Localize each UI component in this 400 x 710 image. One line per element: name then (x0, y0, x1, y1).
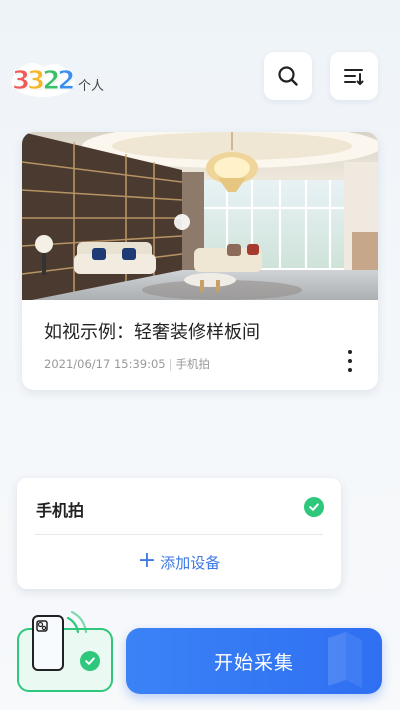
button-decoration (328, 632, 362, 688)
room-photo (22, 132, 378, 300)
sort-menu-button[interactable] (330, 52, 378, 100)
sort-menu-icon (344, 69, 364, 85)
meta-separator: | (168, 357, 173, 371)
device-row-phone[interactable]: 手机拍 (17, 478, 341, 534)
logo-digits: 3 3 2 2 (11, 66, 76, 97)
logo-digit: 3 (27, 66, 46, 97)
more-vertical-icon (348, 350, 352, 372)
add-device-button[interactable]: + 添加设备 (17, 535, 341, 589)
plus-icon: + (137, 548, 157, 573)
project-title: 如视示例：轻奢装修样板间 (44, 322, 260, 343)
check-circle-icon (80, 651, 100, 671)
start-capture-button[interactable]: 开始采集 (126, 628, 382, 694)
device-panel: 手机拍 + 添加设备 (17, 478, 341, 589)
check-circle-icon (304, 497, 324, 517)
logo-digit: 2 (42, 66, 61, 97)
search-icon (278, 66, 298, 86)
more-options-button[interactable] (342, 350, 358, 374)
start-capture-label: 开始采集 (213, 651, 294, 674)
logo-text: 个人 (78, 79, 105, 94)
search-button[interactable] (264, 52, 312, 100)
add-device-label: 添加设备 (160, 553, 221, 572)
project-meta: 2021/06/17 15:39:05 | 手机拍 (44, 356, 210, 372)
example-project-card[interactable]: 如视示例：轻奢装修样板间 2021/06/17 15:39:05 | 手机拍 (22, 132, 378, 390)
app-logo: 3 3 2 2 个人 (10, 58, 104, 98)
logo-digit: 2 (57, 66, 76, 97)
logo-cloud: 3 3 2 2 (10, 60, 76, 98)
logo-digit: 3 (11, 66, 30, 97)
device-label: 手机拍 (36, 501, 85, 520)
project-source: 手机拍 (175, 357, 210, 371)
project-date: 2021/06/17 15:39:05 (44, 357, 166, 371)
